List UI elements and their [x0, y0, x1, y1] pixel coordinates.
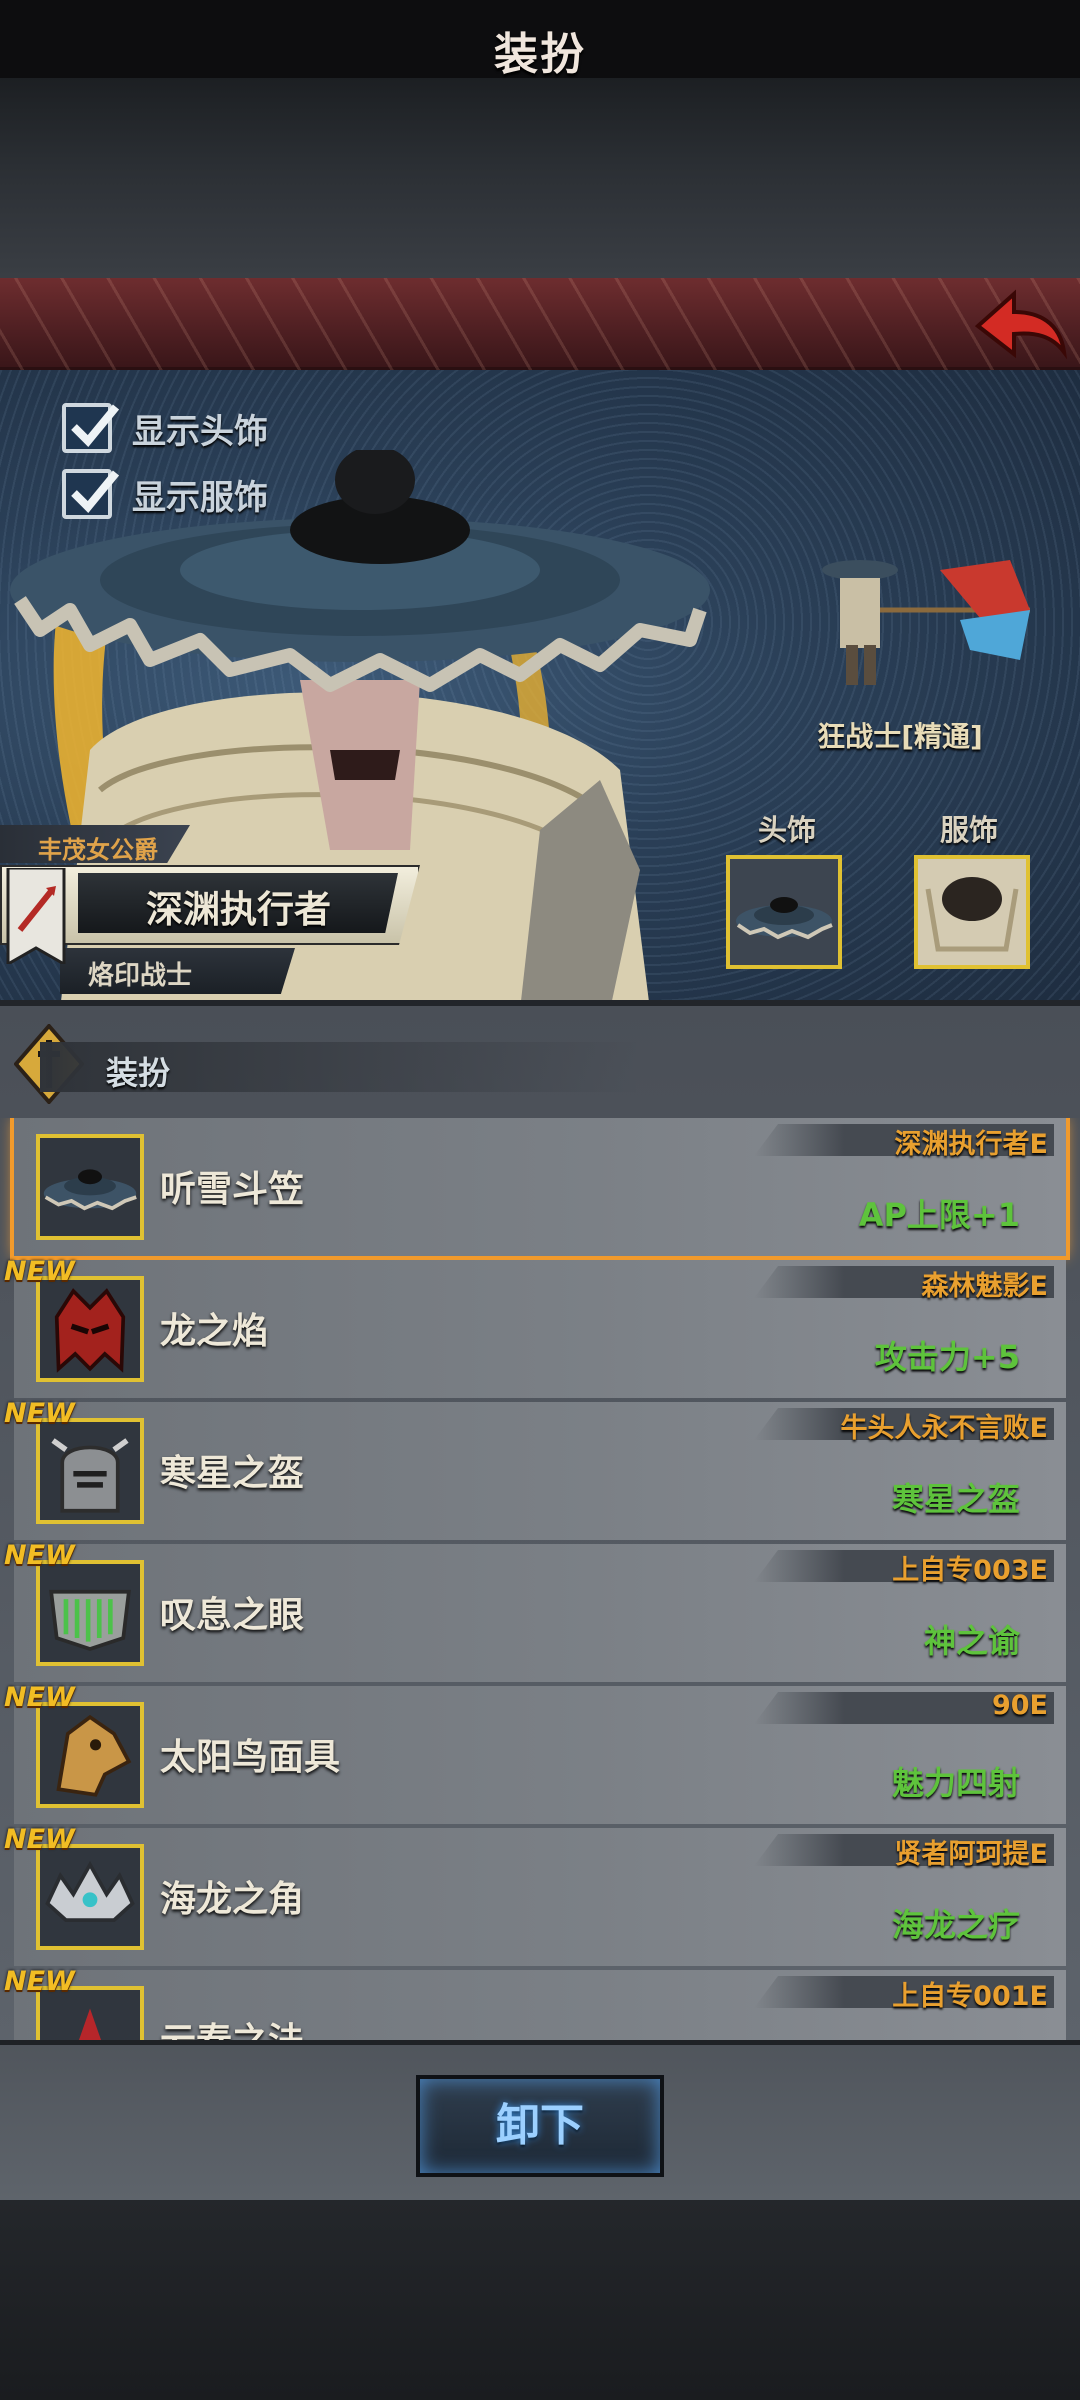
- banner-flag-icon: [6, 868, 66, 964]
- checkbox-icon[interactable]: [62, 403, 120, 453]
- list-item[interactable]: NEW 太阳鸟面具 90E 魅力四射: [0, 1682, 1080, 1828]
- item-name: 寒星之盔: [160, 1453, 305, 1494]
- headwear-slot[interactable]: [726, 855, 842, 969]
- bottom-backdrop: [0, 2200, 1080, 2400]
- item-source: 上自专003E: [892, 1555, 1048, 1586]
- hero-rank: 烙印战士: [88, 961, 193, 991]
- new-badge: NEW: [4, 1256, 75, 1287]
- toggle-show-headwear[interactable]: 显示头饰: [62, 400, 268, 456]
- class-avatar: [822, 560, 1030, 685]
- list-item[interactable]: NEW 海龙之角 贤者阿珂提E 海龙之疗: [0, 1824, 1080, 1970]
- fur-coat-icon: [918, 859, 1026, 965]
- item-source: 森林魅影E: [921, 1271, 1048, 1302]
- new-badge: NEW: [4, 1540, 75, 1571]
- item-source: 牛头人永不言败E: [840, 1413, 1048, 1444]
- section-title: 装扮: [106, 1054, 171, 1092]
- new-badge: NEW: [4, 1398, 75, 1429]
- item-effect: AP上限+1: [858, 1196, 1020, 1234]
- list-item[interactable]: NEW 寒星之盔 牛头人永不言败E 寒星之盔: [0, 1398, 1080, 1544]
- list-item[interactable]: NEW 叹息之眼 上自专003E 神之谕: [0, 1540, 1080, 1686]
- item-name: 龙之焰: [160, 1311, 269, 1352]
- hero-nickname: 丰茂女公爵: [38, 836, 158, 864]
- slot-head-label: 头饰: [758, 813, 817, 847]
- item-source: 上自专001E: [892, 1981, 1048, 2012]
- back-arrow-icon[interactable]: [968, 282, 1068, 366]
- new-badge: NEW: [4, 1682, 75, 1713]
- item-source: 深渊执行者E: [894, 1129, 1048, 1160]
- show-headwear-label: 显示头饰: [132, 411, 268, 452]
- costume-list[interactable]: 听雪斗笠 深渊执行者E AP上限+1 NEW 龙之焰 森林魅影E 攻击力+5 N…: [0, 1118, 1080, 2040]
- item-effect: 攻击力+5: [874, 1338, 1020, 1376]
- item-effect: 神之谕: [923, 1622, 1020, 1660]
- item-name: 海龙之角: [160, 1879, 305, 1920]
- steel-helm-icon: [36, 1418, 144, 1524]
- dressing-screen: 装扮 显示头饰 显示服饰 狂战士[精通] 头饰 服饰 丰茂女公爵 深渊执行者 烙…: [0, 0, 1080, 2400]
- list-item[interactable]: NEW 云春之法 上自专001E: [0, 1966, 1080, 2040]
- outfit-slot[interactable]: [914, 855, 1030, 969]
- slot-outfit-label: 服饰: [940, 813, 999, 847]
- unequip-label: 卸下: [496, 2100, 584, 2151]
- item-effect: 海龙之疗: [891, 1906, 1020, 1944]
- item-effect: 寒星之盔: [891, 1480, 1020, 1518]
- hero-showcase: 显示头饰 显示服饰 狂战士[精通] 头饰 服饰 丰茂女公爵 深渊执行者 烙印战士: [0, 370, 1080, 1000]
- item-effect: 魅力四射: [891, 1764, 1020, 1802]
- straw-hat-icon: [736, 897, 833, 940]
- item-name: 听雪斗笠: [160, 1169, 305, 1210]
- title-bar: [0, 278, 1080, 370]
- class-label: 狂战士[精通]: [817, 720, 983, 753]
- new-badge: NEW: [4, 1966, 75, 1997]
- straw-hat-icon: [36, 1134, 144, 1240]
- bird-mask-icon: [36, 1702, 144, 1808]
- item-name: 叹息之眼: [160, 1595, 305, 1636]
- unequip-button[interactable]: 卸下: [416, 2075, 664, 2177]
- item-name: 云春之法: [160, 2012, 304, 2040]
- green-mask-icon: [36, 1560, 144, 1666]
- item-name: 太阳鸟面具: [160, 1737, 341, 1778]
- list-item[interactable]: 听雪斗笠 深渊执行者E AP上限+1: [0, 1118, 1080, 1260]
- item-source: 贤者阿珂提E: [894, 1839, 1048, 1870]
- dragon-helm-icon: [36, 1276, 144, 1382]
- sea-crown-icon: [36, 1844, 144, 1950]
- new-badge: NEW: [4, 1824, 75, 1855]
- list-item[interactable]: NEW 龙之焰 森林魅影E 攻击力+5: [0, 1256, 1080, 1402]
- hero-name: 深渊执行者: [146, 888, 331, 931]
- page-title: 装扮: [494, 29, 586, 80]
- item-source: 90E: [991, 1690, 1048, 1721]
